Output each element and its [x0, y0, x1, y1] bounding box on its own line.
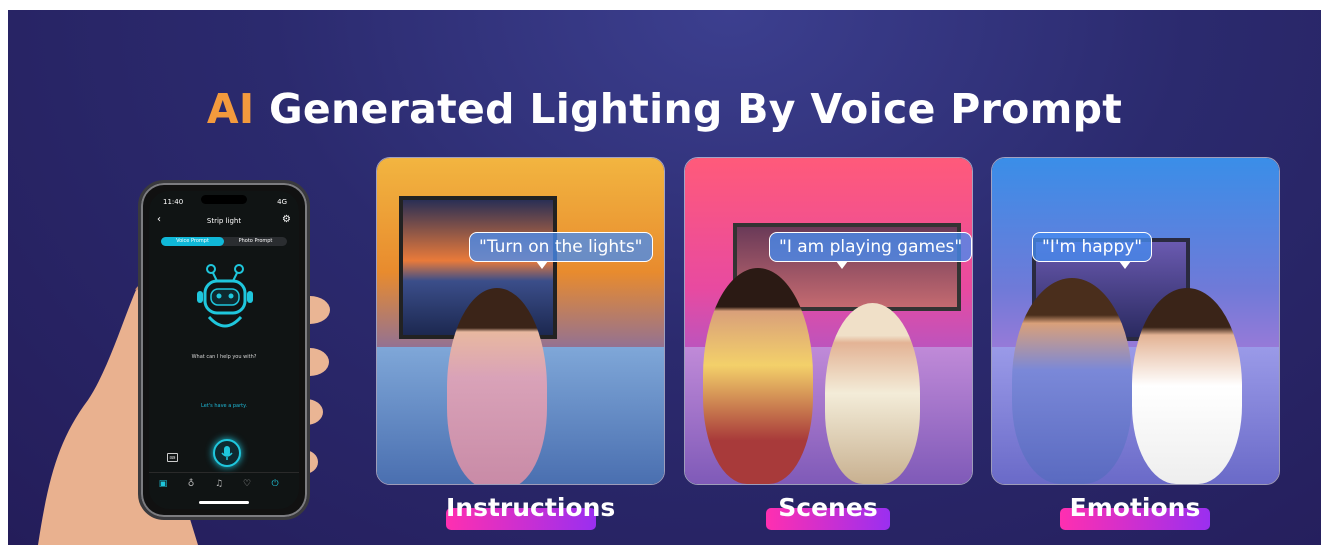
status-bar: 11:40 4G: [159, 197, 289, 209]
status-time: 11:40: [163, 198, 184, 206]
bubble-tail: [836, 261, 848, 269]
speech-bubble: "I'm happy": [1032, 232, 1153, 269]
label-text: Emotions: [1069, 493, 1201, 522]
microphone-icon: [221, 446, 233, 460]
app-tab-bar: ▣ ♁ ♫ ♡ ⏻: [149, 472, 299, 495]
music-icon[interactable]: ♫: [213, 478, 225, 490]
card-scenes: "I am playing games": [684, 157, 973, 485]
speech-text: "I am playing games": [779, 237, 963, 257]
power-icon[interactable]: ⏻: [269, 478, 281, 490]
man-figure: [703, 268, 813, 484]
woman-figure: [447, 288, 547, 484]
prompt-tabs: Voice Prompt Photo Prompt: [161, 237, 287, 246]
speech-text: "Turn on the lights": [479, 237, 643, 257]
title-highlight: AI: [206, 85, 255, 133]
bubble-tail: [1119, 261, 1131, 269]
phone-mockup: 11:40 4G ‹ Strip light ⚙ Voice Prompt Ph…: [138, 180, 310, 520]
status-signal: 4G: [277, 198, 287, 206]
phone-screen: 11:40 4G ‹ Strip light ⚙ Voice Prompt Ph…: [149, 191, 299, 509]
heart-icon[interactable]: ♡: [241, 478, 253, 490]
bulb-icon[interactable]: ♁: [185, 478, 197, 490]
tab-voice-prompt[interactable]: Voice Prompt: [161, 237, 224, 246]
card-emotions: "I'm happy": [991, 157, 1280, 485]
speech-bubble: "Turn on the lights": [469, 232, 653, 269]
calendar-icon[interactable]: ▣: [157, 478, 169, 490]
home-indicator: [199, 501, 249, 504]
man-figure: [1012, 278, 1132, 484]
app-title: Strip light: [206, 217, 242, 225]
tab-photo-prompt[interactable]: Photo Prompt: [224, 237, 287, 246]
woman-figure: [1132, 288, 1242, 484]
speech-text: "I'm happy": [1042, 237, 1143, 257]
gear-icon[interactable]: ⚙: [282, 214, 291, 225]
page-title: AI Generated Lighting By Voice Prompt: [8, 85, 1321, 133]
robot-icon: [197, 264, 253, 328]
label-instructions: Instructions: [446, 493, 616, 533]
assistant-question: What can I help you with?: [191, 354, 257, 360]
bubble-tail: [536, 261, 548, 269]
label-text: Scenes: [778, 493, 878, 522]
microphone-button[interactable]: [213, 439, 241, 467]
app-nav-bar: ‹ Strip light ⚙: [155, 214, 293, 229]
card-instructions: "Turn on the lights": [376, 157, 665, 485]
title-rest: Generated Lighting By Voice Prompt: [268, 85, 1123, 133]
voice-suggestion: Let's have a party.: [201, 403, 247, 409]
speech-bubble: "I am playing games": [769, 232, 972, 269]
label-scenes: Scenes: [766, 493, 890, 533]
keyboard-icon[interactable]: ⌨: [167, 453, 178, 462]
label-text: Instructions: [446, 493, 616, 522]
banner: AI Generated Lighting By Voice Prompt 11…: [8, 10, 1321, 545]
label-emotions: Emotions: [1060, 493, 1210, 533]
woman-figure: [825, 303, 920, 484]
